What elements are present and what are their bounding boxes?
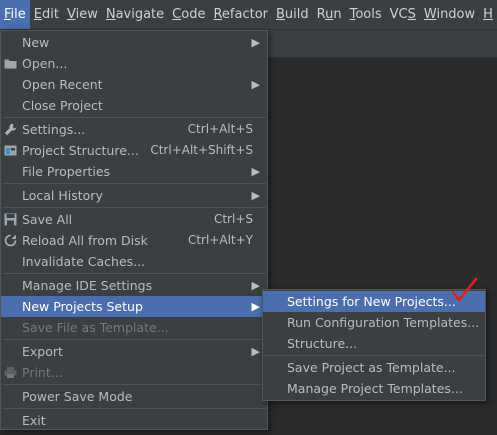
menu-item-export[interactable]: Export ▶ (1, 341, 267, 362)
menu-item-label: New Projects Setup (22, 299, 143, 314)
shortcut-label: Ctrl+Alt+Y (187, 233, 253, 247)
menu-item-manage-ide-settings[interactable]: Manage IDE Settings ▶ (1, 275, 267, 296)
menu-item-label: Local History (22, 188, 103, 203)
menu-item-print[interactable]: Print... (1, 362, 267, 383)
submenu-arrow-icon: ▶ (251, 165, 260, 178)
menu-item-label: Invalidate Caches... (22, 254, 146, 269)
menu-item-label: Exit (22, 413, 46, 428)
submenu-arrow-icon: ▶ (251, 36, 260, 49)
menu-item-label: Export (22, 344, 63, 359)
menu-item-label: New (22, 35, 50, 50)
printer-icon (4, 367, 17, 378)
menu-item-reload-all[interactable]: Reload All from Disk Ctrl+Alt+Y (1, 230, 267, 251)
menu-view[interactable]: View (63, 0, 102, 29)
submenu-arrow-icon: ▶ (251, 189, 260, 202)
menu-item-label: Project Structure... (22, 143, 139, 158)
ide-window: File Edit View Navigate Code Refactor Bu… (0, 0, 497, 435)
menu-item-new-projects-setup[interactable]: New Projects Setup ▶ (1, 296, 267, 317)
submenu-item-manage-project-templates[interactable]: Manage Project Templates... (263, 378, 485, 399)
menu-item-settings[interactable]: Settings... Ctrl+Alt+S (1, 119, 267, 140)
menu-item-label: Save Project as Template... (287, 360, 456, 375)
menu-help[interactable]: H (479, 0, 497, 29)
menu-item-project-structure[interactable]: Project Structure... Ctrl+Alt+Shift+S (1, 140, 267, 161)
menu-item-new[interactable]: New ▶ (1, 32, 267, 53)
menu-item-power-save-mode[interactable]: Power Save Mode (1, 386, 267, 407)
submenu-arrow-icon: ▶ (251, 300, 260, 313)
menu-item-open-recent[interactable]: Open Recent ▶ (1, 74, 267, 95)
refresh-icon (4, 234, 17, 247)
menu-tools[interactable]: Tools (346, 0, 386, 29)
wrench-icon (4, 123, 17, 136)
menu-item-label: Manage IDE Settings (22, 278, 153, 293)
menu-item-label: Open Recent (22, 77, 103, 92)
menu-item-label: Save All (22, 212, 73, 227)
submenu-arrow-icon: ▶ (251, 279, 260, 292)
submenu-item-save-project-as-template[interactable]: Save Project as Template... (263, 357, 485, 378)
menu-item-label: Reload All from Disk (22, 233, 148, 248)
submenu-arrow-icon: ▶ (251, 78, 260, 91)
menu-item-file-properties[interactable]: File Properties ▶ (1, 161, 267, 182)
menu-window[interactable]: Window (420, 0, 479, 29)
menu-item-close-project[interactable]: Close Project (1, 95, 267, 116)
menu-build[interactable]: Build (272, 0, 313, 29)
menu-item-label: Open... (22, 56, 68, 71)
folder-icon (4, 59, 17, 69)
menu-file[interactable]: File (0, 0, 30, 29)
menu-vcs[interactable]: VCS (386, 0, 420, 29)
menu-item-label: Run Configuration Templates... (287, 315, 480, 330)
save-icon (4, 213, 17, 226)
menu-item-label: Settings... (22, 122, 86, 137)
menu-refactor[interactable]: Refactor (209, 0, 272, 29)
menu-bar: File Edit View Navigate Code Refactor Bu… (0, 0, 497, 30)
shortcut-label: Ctrl+S (213, 212, 253, 226)
menu-navigate[interactable]: Navigate (102, 0, 168, 29)
menu-item-open[interactable]: Open... (1, 53, 267, 74)
menu-item-label: Manage Project Templates... (287, 381, 463, 396)
menu-item-label: Settings for New Projects... (287, 294, 456, 309)
menu-item-label: Print... (22, 365, 63, 380)
menu-item-local-history[interactable]: Local History ▶ (1, 185, 267, 206)
submenu-arrow-icon: ▶ (251, 345, 260, 358)
menu-item-invalidate-caches[interactable]: Invalidate Caches... (1, 251, 267, 272)
menu-edit[interactable]: Edit (30, 0, 63, 29)
project-structure-icon (4, 145, 17, 156)
file-menu: New ▶ Open... Open Recent ▶ Close Project … (0, 30, 268, 430)
submenu-item-structure[interactable]: Structure... (263, 333, 485, 354)
red-checkmark-icon (451, 277, 478, 302)
menu-item-label: Structure... (287, 336, 358, 351)
submenu-item-run-configuration-templates[interactable]: Run Configuration Templates... (263, 312, 485, 333)
shortcut-label: Ctrl+Alt+Shift+S (150, 143, 253, 157)
menu-code[interactable]: Code (168, 0, 209, 29)
menu-item-save-file-as-template[interactable]: Save File as Template... (1, 317, 267, 338)
shortcut-label: Ctrl+Alt+S (187, 122, 253, 136)
menu-item-exit[interactable]: Exit (1, 410, 267, 431)
menu-item-label: Close Project (22, 98, 103, 113)
menu-item-save-all[interactable]: Save All Ctrl+S (1, 209, 267, 230)
menu-item-label: Power Save Mode (22, 389, 133, 404)
menu-item-label: Save File as Template... (22, 320, 169, 335)
menu-run[interactable]: Run (313, 0, 346, 29)
menu-item-label: File Properties (22, 164, 111, 179)
